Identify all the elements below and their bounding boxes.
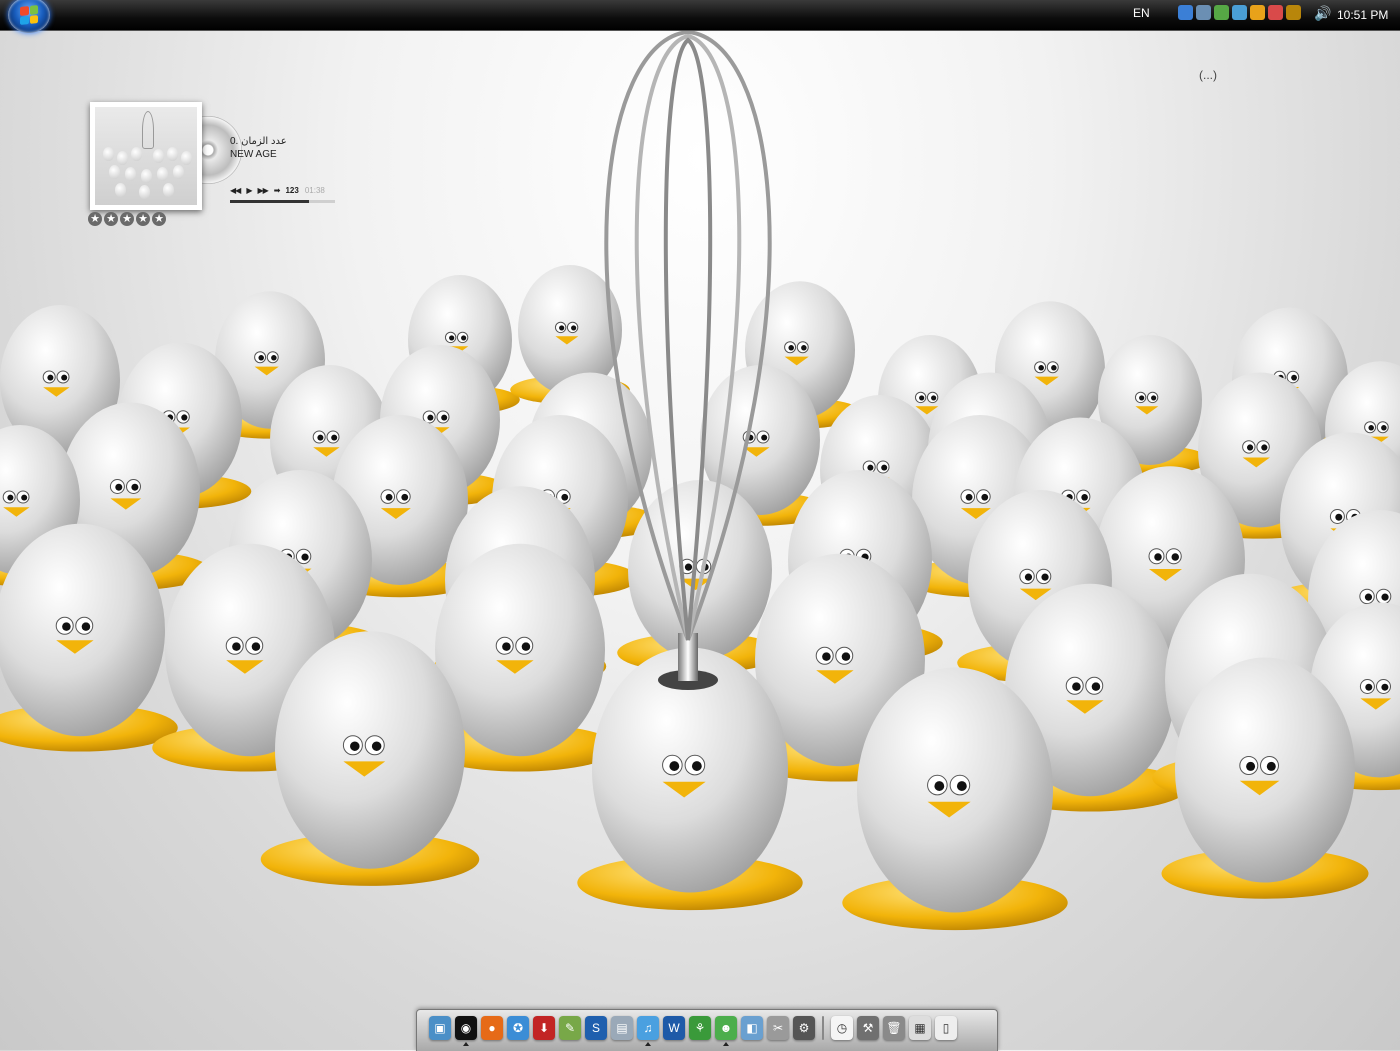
dock-separator [822,1016,824,1040]
network-icon[interactable] [1196,5,1211,20]
star-icon[interactable]: ★ [104,212,118,226]
running-indicator [723,1042,729,1046]
messenger-icon[interactable]: ☻ [715,1016,737,1040]
system-icon[interactable]: ⚙ [793,1016,815,1040]
editor-icon[interactable]: ✎ [559,1016,581,1040]
playback-controls: ◀◀ ▶ ▶▶ ➡ 123 01:38 [230,186,325,195]
eraser-icon[interactable] [1268,5,1283,20]
display-icon[interactable] [1232,5,1247,20]
rating-stars[interactable]: ★★★★★ [88,212,166,226]
itunes-icon[interactable]: ♫ [637,1016,659,1040]
notepad-icon[interactable]: ▤ [611,1016,633,1040]
progress-bar[interactable] [230,200,335,203]
scissors-icon[interactable]: ✂ [767,1016,789,1040]
speaker-icon[interactable]: 🔊 [1314,5,1331,22]
user-icon[interactable] [1214,5,1229,20]
play-icon[interactable]: ▶ [246,186,251,195]
star-icon[interactable]: ★ [152,212,166,226]
track-title: 0. عدد الزمان [230,136,287,147]
skype-icon[interactable]: S [585,1016,607,1040]
downloader-icon[interactable]: ⬇ [533,1016,555,1040]
dock: ▣◉●✪⬇✎S▤♫W⚘☻◧✂⚙ ◷⚒🗑▦▯ [416,1009,998,1051]
calendar-icon[interactable]: ▦ [909,1016,931,1040]
star-icon[interactable]: ★ [120,212,134,226]
track-time: 01:38 [305,186,325,195]
tools-icon[interactable]: ⚒ [857,1016,879,1040]
trash-icon[interactable]: 🗑 [883,1016,905,1040]
messenger-icon[interactable] [1178,5,1193,20]
safari-icon[interactable]: ✪ [507,1016,529,1040]
desktop-icon[interactable]: ▣ [429,1016,451,1040]
start-button[interactable] [8,0,50,33]
star-icon[interactable]: ★ [136,212,150,226]
star-icon[interactable]: ★ [88,212,102,226]
photo-icon[interactable]: ◧ [741,1016,763,1040]
firefox-icon[interactable]: ● [481,1016,503,1040]
media-player-icon[interactable]: ◉ [455,1016,477,1040]
word-icon[interactable]: W [663,1016,685,1040]
dock-icons: ▣◉●✪⬇✎S▤♫W⚘☻◧✂⚙ ◷⚒🗑▦▯ [429,1016,957,1040]
word-icon[interactable] [1286,5,1301,20]
next-icon[interactable]: ▶▶ [257,186,267,195]
clock[interactable]: 10:51 PM [1337,8,1388,22]
system-tray [1178,5,1301,20]
network-tool-icon[interactable]: ⚘ [689,1016,711,1040]
progress-fill [230,200,309,203]
previous-icon[interactable]: ◀◀ [230,186,240,195]
media-player-widget: ★★★★★ 0. عدد الزمان NEW AGE ◀◀ ▶ ▶▶ ➡ 12… [86,98,346,233]
windows-flag-icon[interactable] [1250,5,1265,20]
language-indicator[interactable]: EN [1133,6,1150,20]
windows-flag-icon [20,5,38,25]
shuffle-icon[interactable]: ➡ [274,186,280,195]
corner-widget-text[interactable]: (...) [1199,68,1217,82]
top-taskbar: EN 🔊 10:51 PM [0,0,1400,31]
album-cover[interactable] [90,102,202,210]
clock-icon[interactable]: ◷ [831,1016,853,1040]
track-artist: NEW AGE [230,149,277,160]
document-icon[interactable]: ▯ [935,1016,957,1040]
running-indicator [645,1042,651,1046]
running-indicator [463,1042,469,1046]
track-number: 123 [285,186,298,195]
